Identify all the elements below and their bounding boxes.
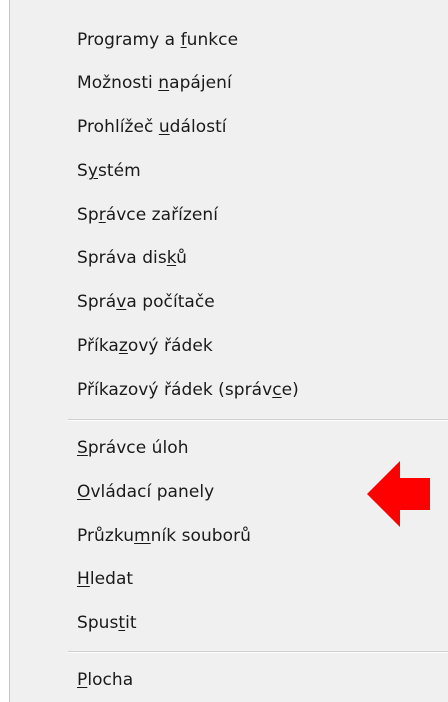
menu-item-search[interactable]: Hledat xyxy=(10,559,448,599)
menu-separator-highlight xyxy=(68,652,448,653)
menu-item-desktop[interactable]: Plocha xyxy=(10,660,448,700)
menu-item-programs-and-features[interactable]: Programy a funkce xyxy=(10,20,448,60)
menu-item-label: Průzkumník souborů xyxy=(77,526,251,546)
menu-item-label: Prohlížeč událostí xyxy=(77,117,227,137)
menu-item-label: Hledat xyxy=(77,569,134,589)
menu-item-label: Příkazový řádek xyxy=(77,336,213,356)
menu-item-command-prompt[interactable]: Příkazový řádek xyxy=(10,326,448,366)
menu-item-label: Správa počítače xyxy=(77,292,215,312)
menu-item-label: Spustit xyxy=(77,613,137,633)
menu-item-label: Systém xyxy=(77,161,141,181)
desktop-edge xyxy=(0,0,9,702)
menu-item-label: Správa disků xyxy=(77,248,187,268)
menu-item-label: Příkazový řádek (správce) xyxy=(77,380,299,400)
menu-item-disk-management[interactable]: Správa disků xyxy=(10,238,448,278)
menu-item-run[interactable]: Spustit xyxy=(10,603,448,643)
menu-item-device-manager[interactable]: Správce zařízení xyxy=(10,195,448,235)
menu-item-event-viewer[interactable]: Prohlížeč událostí xyxy=(10,107,448,147)
menu-item-label: Správce zařízení xyxy=(77,205,219,225)
left-arrow-icon xyxy=(367,461,430,527)
menu-item-system[interactable]: Systém xyxy=(10,151,448,191)
menu-item-label: Plocha xyxy=(77,670,134,690)
menu-item-command-prompt-admin[interactable]: Příkazový řádek (správce) xyxy=(10,370,448,410)
menu-item-label: Správce úloh xyxy=(77,438,189,458)
menu-separator-highlight xyxy=(68,420,448,421)
menu-item-power-options[interactable]: Možnosti napájení xyxy=(10,63,448,103)
menu-item-computer-management[interactable]: Správa počítače xyxy=(10,282,448,322)
menu-item-label: Možnosti napájení xyxy=(77,73,232,93)
menu-item-label: Programy a funkce xyxy=(77,30,239,50)
menu-item-label: Ovládací panely xyxy=(77,482,215,502)
quick-link-menu: Programy a funkce Možnosti napájení Proh… xyxy=(10,0,448,702)
